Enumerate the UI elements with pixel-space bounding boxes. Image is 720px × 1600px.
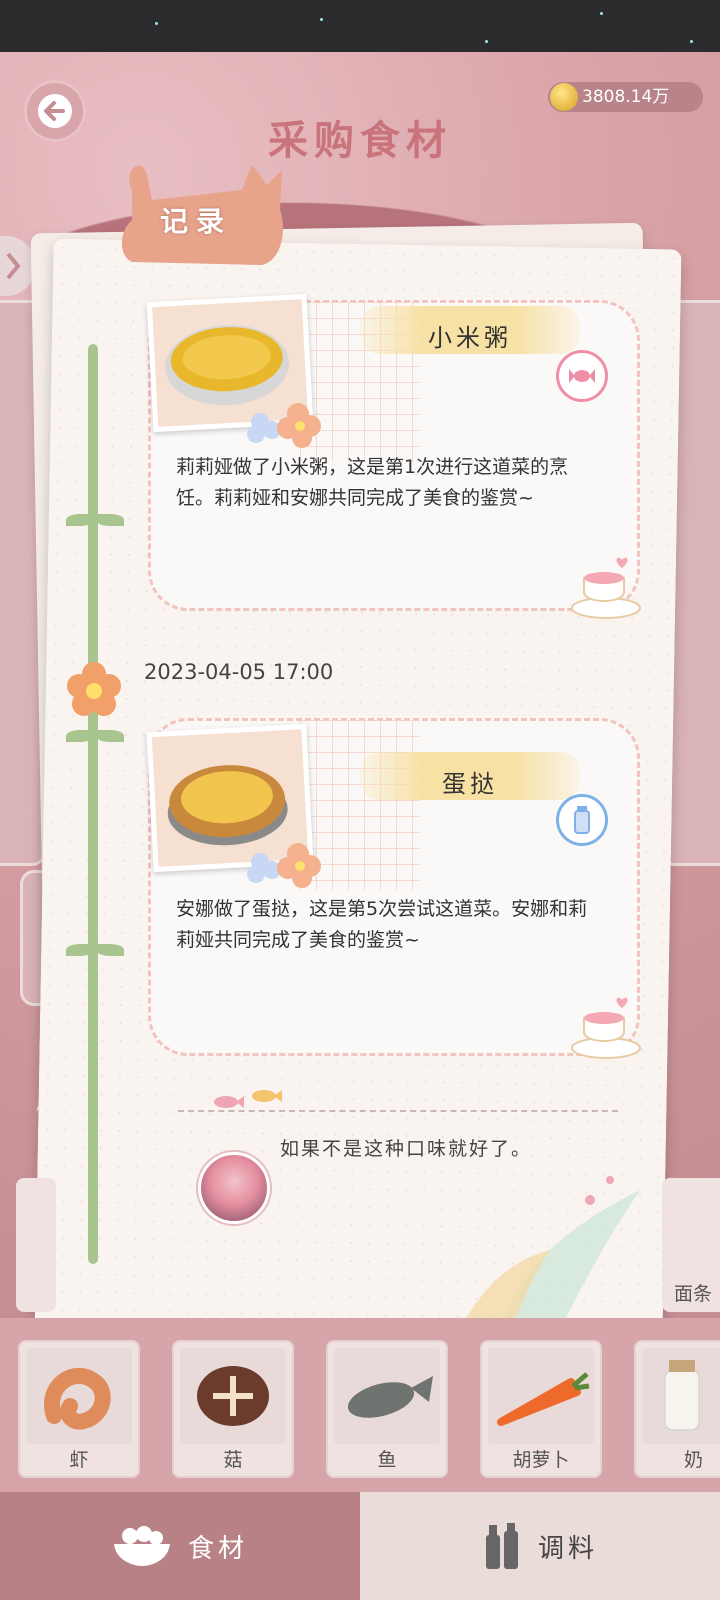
flower-decoration-icon [247, 843, 321, 888]
tab-ingredients[interactable]: 食材 [0, 1492, 360, 1600]
coin-icon [550, 83, 578, 111]
leaf-decoration [66, 514, 94, 526]
fish-icon [334, 1348, 440, 1444]
ingredient-label: 鱼 [377, 1449, 397, 1471]
star-decoration [600, 12, 603, 15]
milk-icon [642, 1348, 720, 1444]
dish-name-2: 蛋挞 [442, 770, 498, 798]
salt-shaker-icon [556, 794, 608, 846]
teacup-icon [571, 557, 641, 619]
avatar [198, 1152, 270, 1224]
ingredient-mushroom[interactable]: 菇 [172, 1340, 294, 1478]
ingredient-carrot[interactable]: 胡萝卜 [480, 1340, 602, 1478]
star-decoration [155, 22, 158, 25]
teacup-icon [571, 997, 641, 1059]
ingredient-fish[interactable]: 鱼 [326, 1340, 448, 1478]
shrimp-icon [26, 1348, 132, 1444]
arrow-left-icon [38, 94, 72, 128]
fish-decoration-icon [214, 1090, 282, 1108]
tab-seasoning-label: 调料 [537, 1533, 598, 1564]
ingredient-label: 奶 [684, 1449, 704, 1471]
ingredient-label: 胡萝卜 [512, 1449, 570, 1471]
star-decoration [320, 18, 323, 21]
tab-seasoning[interactable]: 调料 [360, 1492, 720, 1600]
record-tab-label: 记录 [160, 205, 233, 238]
record-date: 2023-04-05 17:00 [144, 660, 334, 684]
timeline-flower-icon [67, 662, 121, 716]
carrot-icon [488, 1348, 594, 1444]
star-decoration [690, 40, 693, 43]
ingredient-cell-partial[interactable] [16, 1178, 56, 1312]
chevron-right-icon [6, 252, 21, 280]
ingredient-label: 菇 [223, 1449, 243, 1471]
ingredient-cell-partial[interactable]: 面条 [662, 1178, 720, 1312]
mushroom-icon [180, 1348, 286, 1444]
tab-ingredients-label: 食材 [187, 1533, 248, 1564]
bowl-icon [113, 1526, 170, 1566]
dish-description-2: 安娜做了蛋挞，这是第5次尝试这道菜。安娜和莉莉娅共同完成了美食的鉴赏~ [176, 898, 588, 951]
ingredient-label: 面条 [674, 1283, 713, 1305]
back-button[interactable] [24, 80, 86, 142]
top-status-bar [0, 0, 720, 52]
timeline-vine [88, 344, 98, 1264]
leaf-decoration [96, 730, 124, 742]
coin-balance: 3808.14万 [548, 82, 703, 112]
leaf-decoration [66, 944, 94, 956]
flower-decoration-icon [247, 403, 321, 448]
leaf-decoration [96, 944, 124, 956]
bottles-icon [485, 1523, 518, 1569]
coin-amount: 3808.14万 [582, 87, 670, 107]
leaf-decoration [66, 730, 94, 742]
ingredient-label: 虾 [69, 1449, 89, 1471]
ingredient-shrimp[interactable]: 虾 [18, 1340, 140, 1478]
candy-icon [556, 350, 608, 402]
dish-name-1: 小米粥 [428, 324, 512, 352]
dish-description-1: 莉莉娅做了小米粥，这是第1次进行这道菜的烹饪。莉莉娅和安娜共同完成了美食的鉴赏~ [176, 456, 569, 509]
ingredient-milk[interactable]: 奶 [634, 1340, 720, 1478]
leaf-decoration [96, 514, 124, 526]
star-decoration [485, 40, 488, 43]
plant-decoration-icon [460, 1176, 640, 1330]
